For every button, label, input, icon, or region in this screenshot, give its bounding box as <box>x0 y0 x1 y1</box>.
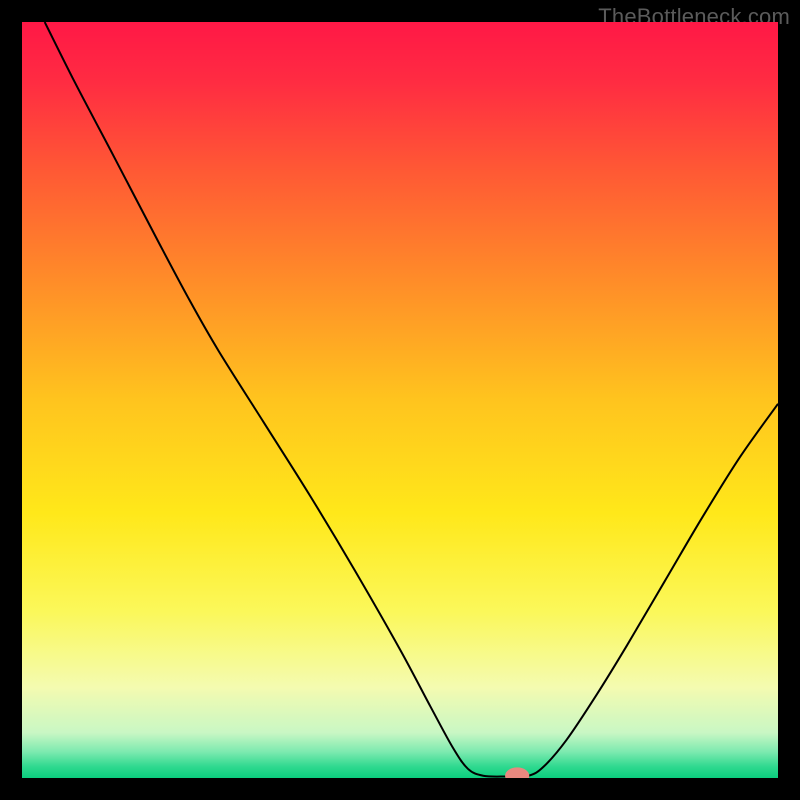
plot-area <box>22 22 778 778</box>
gradient-rect <box>22 22 778 778</box>
chart-svg <box>22 22 778 778</box>
chart-frame: TheBottleneck.com <box>0 0 800 800</box>
